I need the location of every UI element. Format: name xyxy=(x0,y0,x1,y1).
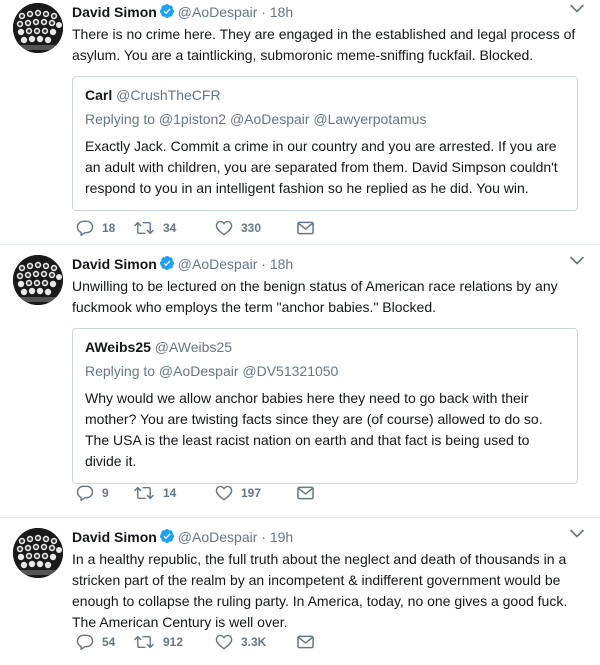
like-count: 3.3K xyxy=(241,635,267,649)
timestamp[interactable]: 18h xyxy=(270,256,293,272)
tweet-header: David Simon @AoDespair · 19h xyxy=(72,528,600,546)
replying-to: Replying to @AoDespair @DV51321050 xyxy=(85,363,339,379)
direct-message-button[interactable] xyxy=(297,486,314,500)
heart-icon xyxy=(215,220,233,236)
quoted-tweet-header: Carl @CrushTheCFR xyxy=(85,86,565,104)
author-handle[interactable]: @AoDespair xyxy=(178,529,258,545)
typewriter-avatar-icon xyxy=(13,255,63,305)
tweet-text: Unwilling to be lectured on the benign s… xyxy=(72,278,558,315)
like-button[interactable]: 3.3K xyxy=(215,634,297,650)
retweet-count: 912 xyxy=(163,635,184,649)
reply-icon xyxy=(76,220,94,236)
direct-message-button[interactable] xyxy=(297,635,314,649)
tweet[interactable]: David Simon @AoDespair · 18h Unwilling to… xyxy=(0,245,600,518)
retweet-count: 34 xyxy=(163,221,177,235)
typewriter-avatar-icon xyxy=(13,528,63,578)
tweet-text: In a healthy republic, the full truth ab… xyxy=(72,551,568,630)
author-handle[interactable]: @AoDespair xyxy=(178,256,258,272)
timestamp[interactable]: 19h xyxy=(270,529,293,545)
retweet-button[interactable]: 14 xyxy=(133,485,215,501)
author-name[interactable]: David Simon xyxy=(72,529,157,545)
like-button[interactable]: 197 xyxy=(215,485,297,501)
direct-message-icon xyxy=(297,635,314,649)
verified-badge-icon xyxy=(159,255,175,271)
heart-icon xyxy=(215,634,233,650)
author-handle[interactable]: @AoDespair xyxy=(178,4,258,20)
retweet-icon xyxy=(133,485,155,501)
retweet-button[interactable]: 912 xyxy=(133,634,215,650)
avatar[interactable] xyxy=(13,528,63,578)
avatar[interactable] xyxy=(13,3,63,53)
quoted-author-name: Carl xyxy=(85,87,113,103)
direct-message-icon xyxy=(297,486,314,500)
quoted-tweet-text: Exactly Jack. Commit a crime in our coun… xyxy=(85,138,558,196)
quoted-tweet-header: AWeibs25 @AWeibs25 xyxy=(85,338,565,356)
tweet-text: There is no crime here. They are engaged… xyxy=(72,26,576,63)
tweet[interactable]: David Simon @AoDespair · 18h There is no … xyxy=(0,0,600,245)
reply-count: 18 xyxy=(102,221,116,235)
timestamp[interactable]: 18h xyxy=(270,4,293,20)
replying-to: Replying to @1piston2 @AoDespair @Lawyer… xyxy=(85,111,427,127)
typewriter-avatar-icon xyxy=(13,3,63,53)
verified-badge-icon xyxy=(159,528,175,544)
quoted-tweet[interactable]: Carl @CrushTheCFR Replying to @1piston2 … xyxy=(72,76,578,211)
tweet-actions: 18 34 330 xyxy=(76,218,314,238)
reply-button[interactable]: 9 xyxy=(76,485,133,501)
verified-badge-icon xyxy=(159,3,175,19)
quoted-author-name: AWeibs25 xyxy=(85,339,151,355)
retweet-icon xyxy=(133,634,155,650)
chevron-down-icon[interactable] xyxy=(570,4,584,13)
reply-icon xyxy=(76,634,94,650)
retweet-count: 14 xyxy=(163,486,177,500)
separator-dot: · xyxy=(261,4,266,20)
separator-dot: · xyxy=(261,256,266,272)
like-count: 330 xyxy=(241,221,262,235)
direct-message-icon xyxy=(297,221,314,235)
tweet-header: David Simon @AoDespair · 18h xyxy=(72,255,600,273)
quoted-tweet-text: Why would we allow anchor babies here th… xyxy=(85,390,543,469)
author-name[interactable]: David Simon xyxy=(72,256,157,272)
retweet-button[interactable]: 34 xyxy=(133,220,215,236)
like-button[interactable]: 330 xyxy=(215,220,297,236)
avatar[interactable] xyxy=(13,255,63,305)
quoted-author-handle: @CrushTheCFR xyxy=(116,87,221,103)
reply-count: 9 xyxy=(102,486,109,500)
tweet-header: David Simon @AoDespair · 18h xyxy=(72,3,600,21)
separator-dot: · xyxy=(261,529,266,545)
retweet-icon xyxy=(133,220,155,236)
author-name[interactable]: David Simon xyxy=(72,4,157,20)
tweet-actions: 54 912 3.3K xyxy=(76,632,314,652)
tweet[interactable]: David Simon @AoDespair · 19h In a healthy… xyxy=(0,518,600,665)
quoted-author-handle: @AWeibs25 xyxy=(154,339,233,355)
reply-button[interactable]: 18 xyxy=(76,220,133,236)
like-count: 197 xyxy=(241,486,262,500)
tweet-actions: 9 14 197 xyxy=(76,483,314,503)
reply-button[interactable]: 54 xyxy=(76,634,133,650)
direct-message-button[interactable] xyxy=(297,221,314,235)
chevron-down-icon[interactable] xyxy=(570,529,584,538)
heart-icon xyxy=(215,485,233,501)
chevron-down-icon[interactable] xyxy=(570,256,584,265)
reply-icon xyxy=(76,485,94,501)
quoted-tweet[interactable]: AWeibs25 @AWeibs25 Replying to @AoDespai… xyxy=(72,328,578,484)
reply-count: 54 xyxy=(102,635,116,649)
